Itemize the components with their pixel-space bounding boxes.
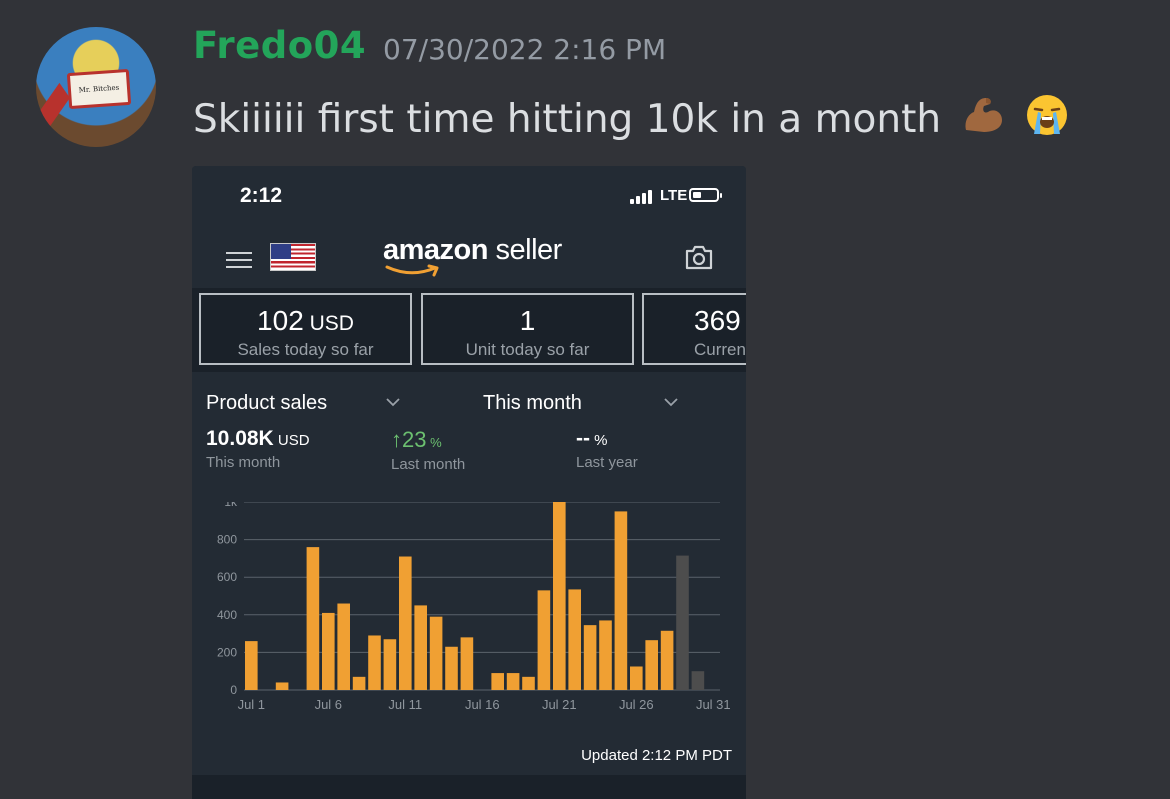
user-avatar[interactable]: Mr. Bitches xyxy=(36,27,156,147)
panel-footer xyxy=(192,775,746,799)
avatar-tie xyxy=(36,82,70,132)
bar[interactable] xyxy=(645,640,658,690)
bar[interactable] xyxy=(322,612,335,690)
flexed-biceps-emoji xyxy=(965,98,1002,132)
bar[interactable] xyxy=(383,639,397,690)
metric-dropdown[interactable]: Product sales xyxy=(206,392,327,415)
signal-icon xyxy=(630,188,656,204)
y-tick-label: 0 xyxy=(230,683,237,697)
metric-value: 102 USD xyxy=(257,305,354,336)
app-header: amazon seller xyxy=(192,226,746,288)
network-label: LTE xyxy=(660,187,688,204)
stat-last-month: ↑23 % Last month xyxy=(391,427,466,473)
y-tick-label: 400 xyxy=(217,608,237,622)
phone-status-bar: 2:12 LTE xyxy=(192,166,746,226)
metric-label: Sales today so far xyxy=(237,340,374,359)
stat-label: Last month xyxy=(391,456,466,473)
bar[interactable] xyxy=(583,625,597,690)
x-tick-label: Jul 31 xyxy=(696,697,731,712)
bar[interactable] xyxy=(522,676,535,690)
bar[interactable] xyxy=(630,666,643,691)
battery-icon xyxy=(689,188,722,202)
metric-card-sales-today[interactable]: 102 USD Sales today so far xyxy=(199,293,412,365)
message-text: Skiiiiii first time hitting 10k in a mon… xyxy=(193,97,942,142)
message-timestamp: 07/30/2022 2:16 PM xyxy=(383,33,667,66)
chevron-down-icon[interactable] xyxy=(664,398,678,407)
metric-label: Current xyxy=(694,340,746,359)
status-time: 2:12 xyxy=(240,184,283,207)
bar[interactable] xyxy=(352,676,366,690)
y-tick-label: 200 xyxy=(217,645,237,659)
avatar-sign: Mr. Bitches xyxy=(66,68,132,110)
x-tick-label: Jul 6 xyxy=(315,697,342,712)
period-dropdown[interactable]: This month xyxy=(483,392,582,415)
bar[interactable] xyxy=(245,641,258,690)
message-content: Skiiiiii first time hitting 10k in a mon… xyxy=(193,92,1070,142)
metric-card-current[interactable]: 369 Current xyxy=(642,293,746,365)
bar[interactable] xyxy=(691,671,705,690)
bar[interactable] xyxy=(399,556,412,690)
bar[interactable] xyxy=(553,502,566,690)
metric-label: Unit today so far xyxy=(465,340,590,359)
bar[interactable] xyxy=(599,620,612,690)
bar[interactable] xyxy=(506,673,520,690)
bar[interactable] xyxy=(445,646,458,690)
metric-value: 369 xyxy=(694,305,741,336)
bar[interactable] xyxy=(429,616,443,690)
logo-amazon: amazon xyxy=(383,234,488,266)
y-tick-label: 1k xyxy=(224,502,238,509)
x-tick-label: Jul 1 xyxy=(238,697,265,712)
x-tick-label: Jul 11 xyxy=(388,697,422,712)
arrow-up-icon: ↑ xyxy=(391,427,402,452)
updated-timestamp: Updated 2:12 PM PDT xyxy=(581,747,732,764)
attached-screenshot[interactable]: 2:12 LTE amazon seller 102 USD Sales tod… xyxy=(192,166,746,799)
sales-bar-chart: 0 200 400 600 800 1k Jul 1 Jul 6 Jul 11 Jul 16 Jul… xyxy=(217,502,731,712)
y-tick-label: 800 xyxy=(217,533,237,547)
logo-seller: seller xyxy=(487,234,563,266)
bar[interactable] xyxy=(660,630,674,690)
camera-icon[interactable] xyxy=(684,243,714,271)
bar[interactable] xyxy=(337,603,350,690)
bar[interactable] xyxy=(491,673,504,690)
bar[interactable] xyxy=(676,555,689,690)
stat-this-month: 10.08K USD This month xyxy=(206,427,310,471)
x-tick-label: Jul 21 xyxy=(542,697,577,712)
sales-panel: Product sales This month 10.08K USD This… xyxy=(192,372,746,775)
metrics-strip: 102 USD Sales today so far 1 Unit today … xyxy=(192,288,746,372)
amazon-smile-icon xyxy=(385,264,439,277)
bar[interactable] xyxy=(568,589,581,690)
amazon-seller-logo: amazon seller xyxy=(383,234,563,277)
stat-last-year: -- % Last year xyxy=(576,427,638,471)
chevron-down-icon[interactable] xyxy=(386,398,400,407)
username[interactable]: Fredo04 xyxy=(193,24,366,67)
us-flag-icon[interactable] xyxy=(270,243,316,271)
stat-label: Last year xyxy=(576,454,638,471)
metric-card-units-today[interactable]: 1 Unit today so far xyxy=(421,293,634,365)
x-tick-label: Jul 26 xyxy=(619,697,654,712)
bar[interactable] xyxy=(306,547,320,690)
stat-label: This month xyxy=(206,454,281,471)
x-tick-label: Jul 16 xyxy=(465,697,500,712)
metric-value: 1 xyxy=(519,305,536,336)
bar[interactable] xyxy=(460,637,474,690)
bar[interactable] xyxy=(537,590,551,690)
menu-icon[interactable] xyxy=(226,250,252,270)
bar[interactable] xyxy=(414,605,427,690)
bar[interactable] xyxy=(614,511,628,690)
bar[interactable] xyxy=(275,682,289,690)
loudly-crying-face-emoji xyxy=(1026,95,1067,135)
bar[interactable] xyxy=(368,635,381,690)
y-tick-label: 600 xyxy=(217,570,237,584)
